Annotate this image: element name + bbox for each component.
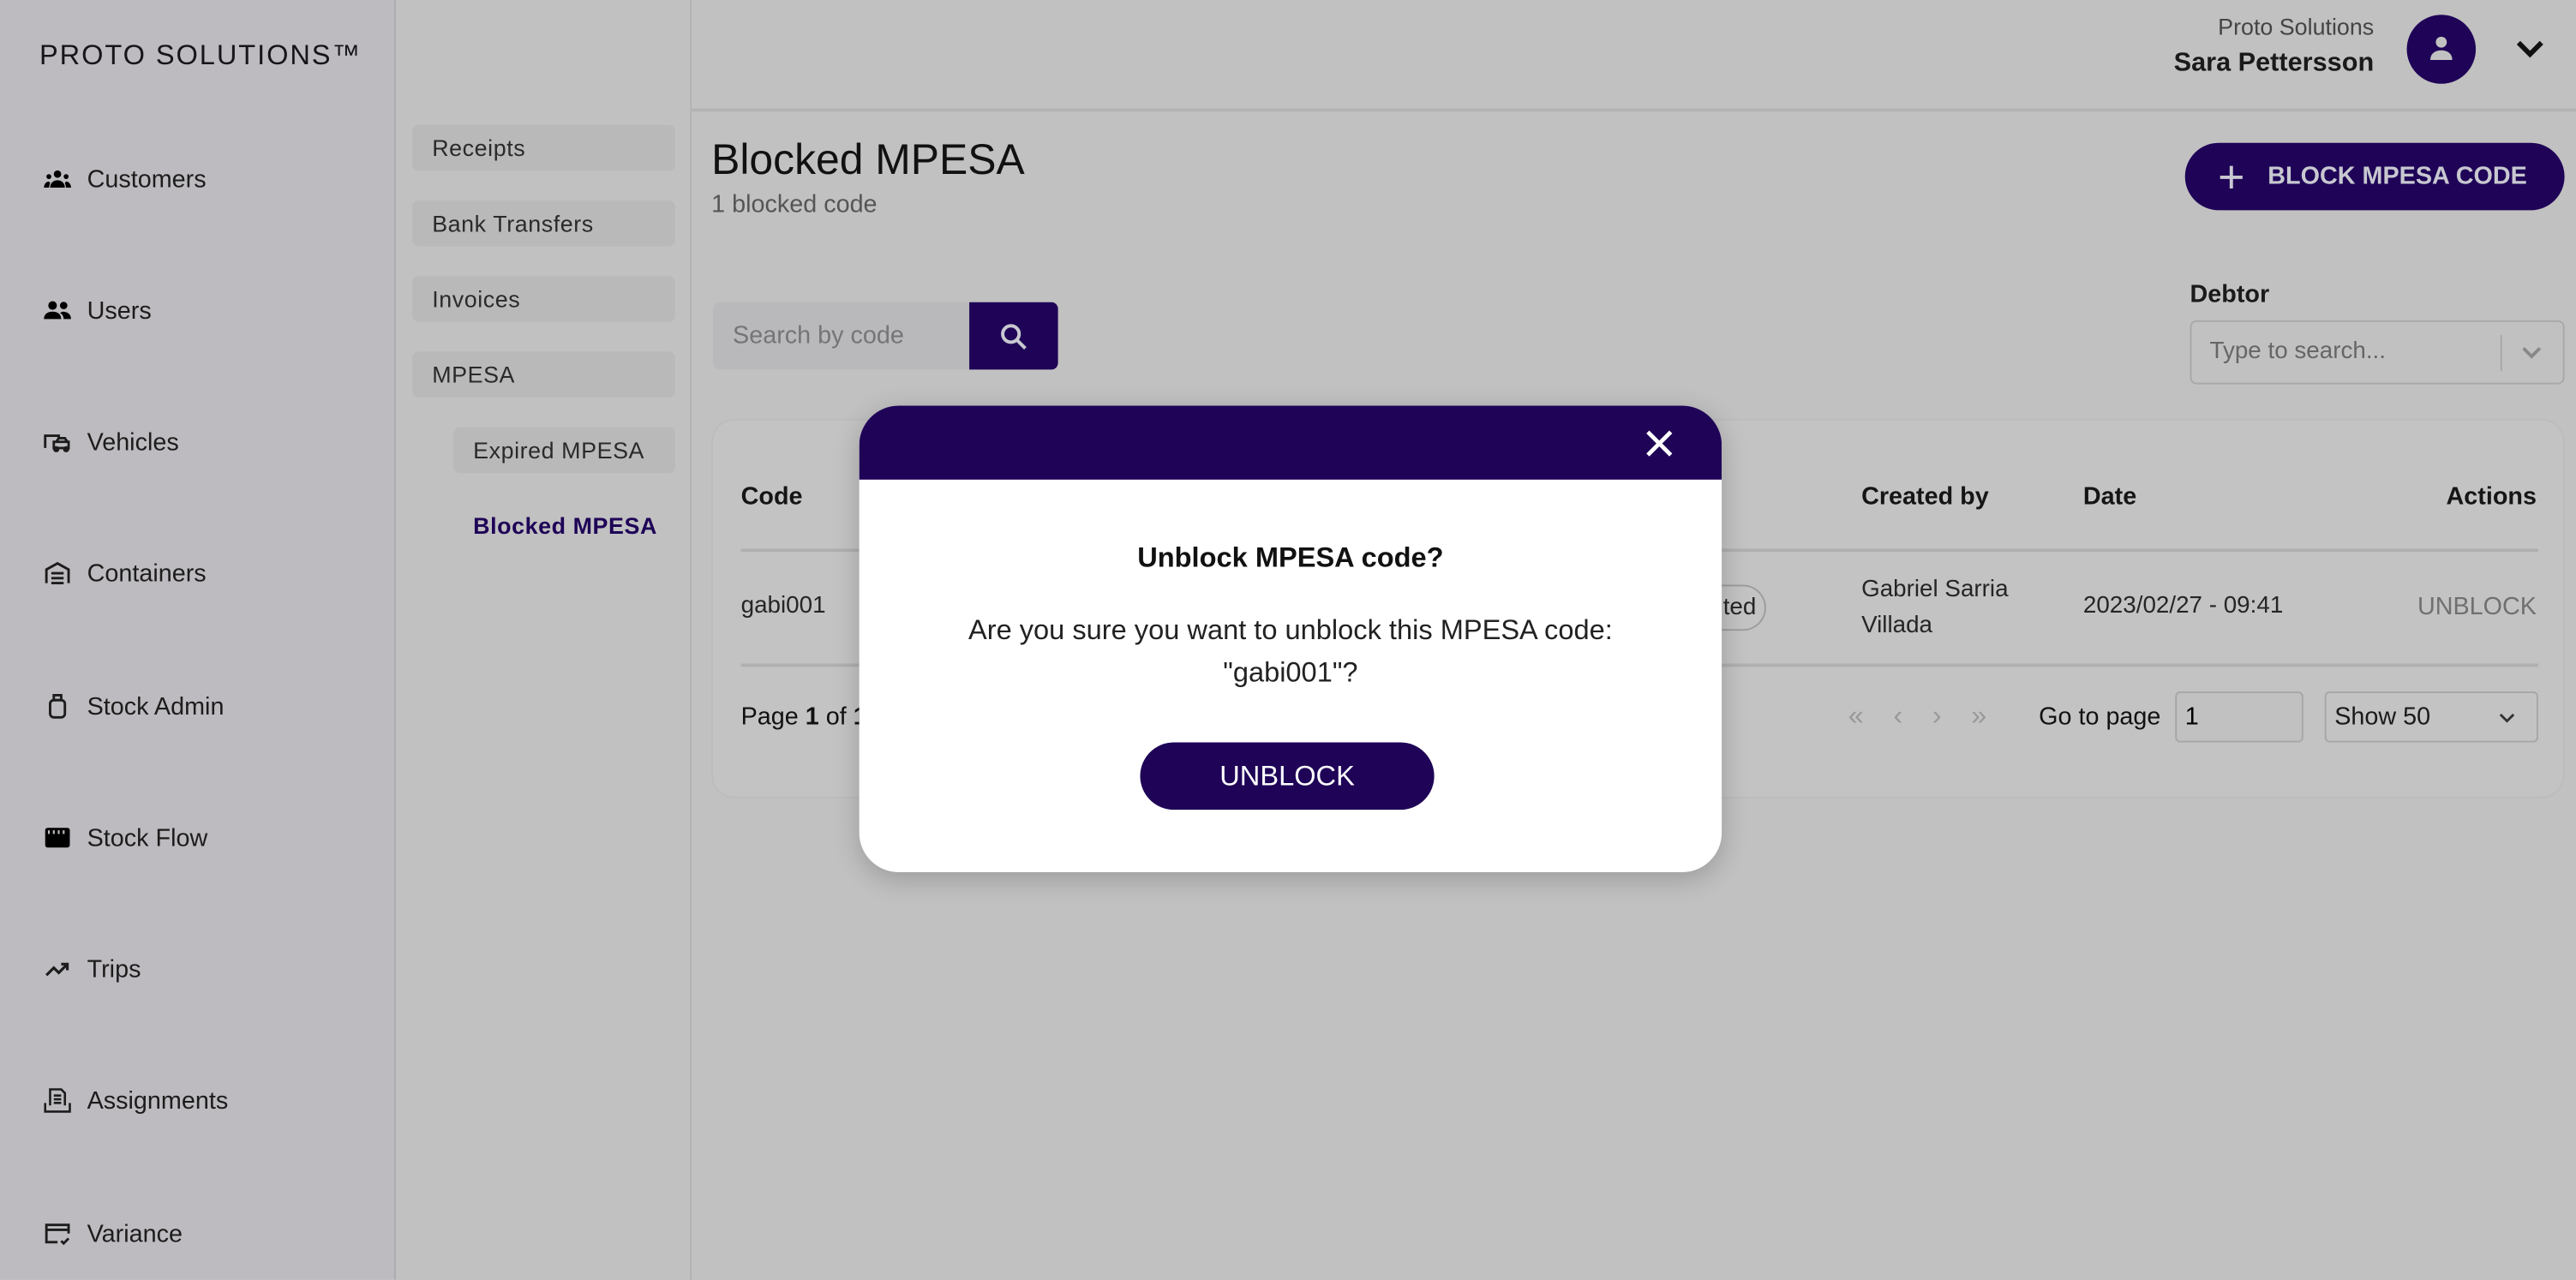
- unblock-confirm-modal: Unblock MPESA code? Are you sure you wan…: [859, 405, 1722, 872]
- user-info: Proto Solutions Sara Pettersson: [2174, 13, 2375, 79]
- submenu-mpesa[interactable]: MPESA: [412, 351, 675, 398]
- sidebar-item-label: Vehicles: [87, 428, 179, 456]
- block-button-label: BLOCK MPESA CODE: [2267, 162, 2527, 191]
- search-button[interactable]: [969, 302, 1058, 370]
- submenu-receipts[interactable]: Receipts: [412, 124, 675, 171]
- submenu: Receipts Bank Transfers Invoices MPESA E…: [396, 0, 692, 1280]
- modal-title: Unblock MPESA code?: [1137, 541, 1444, 574]
- avatar[interactable]: [2406, 15, 2477, 84]
- current-page: 1: [805, 703, 819, 732]
- sidebar-item-users[interactable]: Users: [43, 296, 152, 326]
- block-mpesa-code-button[interactable]: + BLOCK MPESA CODE: [2184, 142, 2565, 211]
- org-name: Proto Solutions: [2218, 13, 2375, 40]
- sidebar-item-assignments[interactable]: Assignments: [43, 1086, 228, 1116]
- next-page-icon[interactable]: ›: [1932, 700, 1942, 733]
- sidebar-item-stock-flow[interactable]: Stock Flow: [43, 822, 207, 852]
- debtor-select[interactable]: Type to search...: [2190, 320, 2565, 385]
- customers-icon: [44, 170, 71, 188]
- trending-up-icon: [45, 962, 69, 977]
- goto-page-input[interactable]: [2175, 691, 2303, 743]
- sidebar-item-containers[interactable]: Containers: [43, 559, 207, 589]
- modal-header: [859, 405, 1722, 480]
- sidebar-item-variance[interactable]: Variance: [43, 1218, 183, 1248]
- cell-created-by: Gabriel Sarria Villada: [1861, 576, 2009, 639]
- page-size-value: Show 50: [2334, 703, 2431, 732]
- page-title: Blocked MPESA: [711, 135, 1025, 184]
- vehicles-icon: [44, 434, 70, 452]
- store-icon: [45, 828, 70, 848]
- column-header-date: Date: [2082, 482, 2137, 511]
- last-page-icon[interactable]: »: [1971, 700, 1986, 733]
- sidebar-item-label: Assignments: [87, 1086, 229, 1115]
- cell-code: gabi001: [740, 593, 826, 619]
- goto-label: Go to page: [2039, 703, 2161, 732]
- brand-logo: PROTO SOLUTIONS™: [39, 39, 362, 71]
- debtor-label: Debtor: [2190, 280, 2270, 309]
- submenu-bank-transfers[interactable]: Bank Transfers: [412, 200, 675, 247]
- close-icon[interactable]: [1644, 428, 1674, 458]
- column-header-actions: Actions: [2446, 482, 2537, 511]
- status-text: ted: [1722, 594, 1757, 621]
- search-icon: [1001, 324, 1027, 350]
- prev-page-icon[interactable]: ‹: [1893, 700, 1902, 733]
- sidebar-item-label: Customers: [87, 164, 207, 194]
- sidebar-item-label: Stock Admin: [87, 692, 225, 721]
- sidebar: PROTO SOLUTIONS™ Customers Users Vehicle…: [0, 0, 397, 1280]
- sidebar-item-label: Stock Flow: [87, 823, 208, 852]
- submenu-expired-mpesa[interactable]: Expired MPESA: [453, 427, 675, 474]
- first-page-icon[interactable]: «: [1848, 700, 1864, 733]
- card-check-icon: [45, 1223, 70, 1246]
- submenu-invoices[interactable]: Invoices: [412, 276, 675, 322]
- chevron-down-icon[interactable]: [2519, 342, 2545, 365]
- sidebar-item-stock-admin[interactable]: Stock Admin: [43, 691, 225, 721]
- submenu-blocked-mpesa[interactable]: Blocked MPESA: [453, 503, 675, 549]
- page-size-select[interactable]: Show 50: [2324, 691, 2538, 743]
- pagination-controls: « ‹ › »: [1848, 700, 1987, 733]
- column-header-created-by: Created by: [1861, 482, 1989, 511]
- chevron-down-icon[interactable]: [2513, 36, 2546, 63]
- unblock-confirm-button[interactable]: UNBLOCK: [1140, 742, 1435, 810]
- search-input[interactable]: [713, 302, 970, 370]
- sidebar-item-trips[interactable]: Trips: [43, 954, 141, 984]
- sidebar-item-label: Variance: [87, 1219, 183, 1248]
- modal-message: Are you sure you want to unblock this MP…: [967, 613, 1613, 689]
- sidebar-item-vehicles[interactable]: Vehicles: [43, 427, 179, 457]
- document-tray-icon: [44, 1088, 71, 1113]
- unblock-row-button[interactable]: UNBLOCK: [2417, 593, 2537, 621]
- divider: [2500, 335, 2502, 372]
- sidebar-item-label: Containers: [87, 559, 207, 588]
- sidebar-item-label: Users: [87, 296, 152, 325]
- cylinder-icon: [49, 693, 67, 719]
- page-of: of: [825, 703, 847, 732]
- user-name: Sara Pettersson: [2173, 49, 2375, 78]
- sidebar-item-label: Trips: [87, 954, 141, 984]
- cell-date: 2023/02/27 - 09:41: [2082, 593, 2284, 619]
- sidebar-item-customers[interactable]: Customers: [43, 164, 207, 194]
- chevron-down-icon: [2499, 713, 2515, 723]
- debtor-placeholder: Type to search...: [2209, 338, 2387, 365]
- person-icon: [2430, 36, 2453, 60]
- plus-icon: +: [2218, 150, 2245, 201]
- column-header-code: Code: [740, 482, 803, 511]
- page-indicator: Page 1 of 1: [741, 703, 867, 732]
- page-subtitle: 1 blocked code: [711, 190, 878, 218]
- users-icon: [44, 301, 71, 320]
- warehouse-icon: [45, 561, 70, 585]
- page-prefix: Page: [740, 703, 799, 732]
